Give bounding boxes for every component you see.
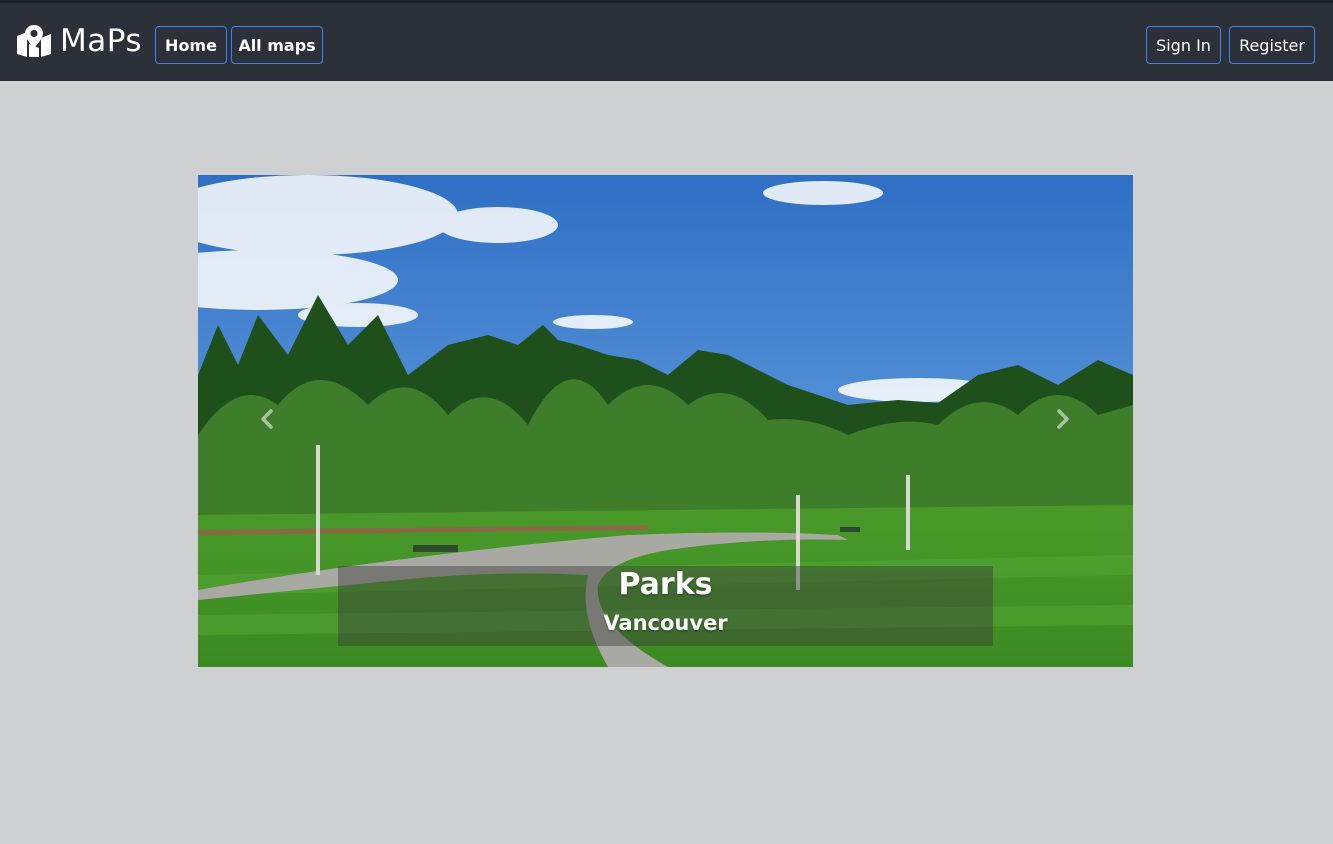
- image-carousel: Parks Vancouver: [198, 175, 1133, 667]
- chevron-left-icon: [261, 409, 273, 429]
- map-marker-icon: [17, 25, 51, 57]
- all-maps-button[interactable]: All maps: [231, 26, 323, 64]
- home-button[interactable]: Home: [155, 26, 227, 64]
- brand-link[interactable]: MaPs: [16, 21, 142, 61]
- chevron-right-icon: [1057, 409, 1069, 429]
- brand-name: MaPs: [60, 23, 143, 59]
- carousel-next-button[interactable]: [1051, 405, 1075, 433]
- slide-subtitle: Vancouver: [603, 611, 728, 635]
- carousel-prev-button[interactable]: [255, 405, 279, 433]
- register-button[interactable]: Register: [1229, 26, 1315, 64]
- slide-title: Parks: [618, 567, 713, 602]
- sign-in-button[interactable]: Sign In: [1146, 26, 1221, 64]
- top-navbar: MaPs Home All maps Sign In Register: [0, 0, 1333, 81]
